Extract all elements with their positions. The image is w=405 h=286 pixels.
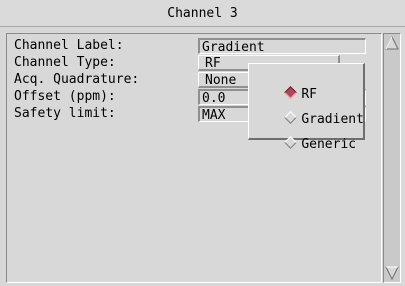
safety-limit-label: Safety limit:: [14, 106, 116, 121]
channel-type-option-gradient[interactable]: Gradient: [255, 93, 364, 127]
channel-type-option-rf[interactable]: RF: [255, 68, 317, 102]
channel-label-input[interactable]: Gradient: [198, 38, 366, 55]
offset-label: Offset (ppm):: [14, 89, 116, 104]
scroll-down-button[interactable]: [384, 265, 400, 281]
vertical-scrollbar[interactable]: [383, 33, 401, 283]
triangle-up-icon: [385, 36, 399, 50]
diamond-unselected-icon: [284, 136, 298, 149]
window-titlebar: Channel 3: [0, 0, 405, 27]
channel-label-label: Channel Label:: [14, 38, 124, 53]
acq-quadrature-label: Acq. Quadrature:: [14, 72, 140, 87]
scroll-up-button[interactable]: [384, 35, 400, 51]
channel-type-option-generic[interactable]: Generic: [255, 118, 356, 152]
window-title: Channel 3: [167, 6, 238, 21]
triangle-down-icon: [385, 266, 399, 280]
channel-type-option-label: Generic: [301, 137, 357, 152]
acq-quadrature-menu-button[interactable]: None: [198, 72, 250, 88]
channel-type-label: Channel Type:: [14, 55, 116, 70]
channel-type-popup-menu: RF Gradient Generic: [248, 63, 365, 152]
